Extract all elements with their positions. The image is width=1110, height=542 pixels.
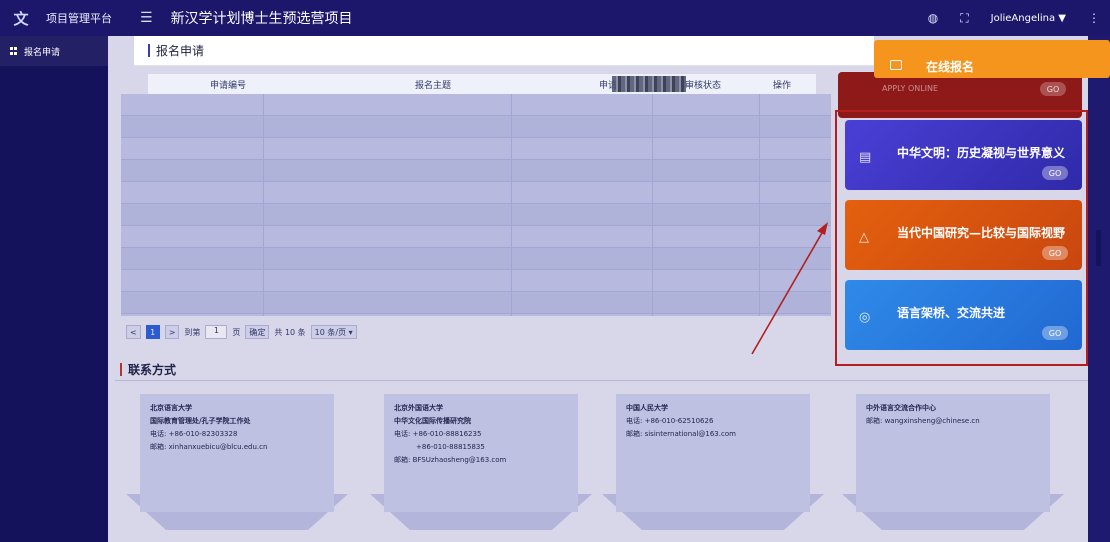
user-menu[interactable]: JolieAngelina ▼ (991, 13, 1066, 24)
scrollbar-track[interactable] (1088, 36, 1110, 542)
contact-email[interactable]: 邮箱: wangxinsheng@chinese.cn (866, 415, 1046, 428)
palette-icon[interactable]: ◍ (928, 11, 938, 25)
contact-dept: 国际教育管理处/孔子学院工作处 (150, 417, 251, 425)
card-content: 北京外国语大学 中华文化国际传播研究院 电话: +86-010-88816235… (394, 402, 574, 467)
goto-label: 到第 (184, 327, 201, 337)
page-size-select[interactable]: 10 条/页 ▾ (310, 325, 357, 339)
card-content: 中外语言交流合作中心 邮箱: wangxinsheng@chinese.cn (866, 402, 1046, 428)
table-row (121, 160, 831, 182)
contact-email[interactable]: 邮箱: BFSUzhaosheng@163.com (394, 454, 574, 467)
page-title: 报名申请 (134, 36, 874, 66)
grid-icon (10, 47, 18, 55)
scrollbar-thumb[interactable] (1096, 230, 1101, 266)
sidebar: 报名申请 (0, 36, 108, 542)
contact-card-blcu: 北京语言大学 国际教育管理处/孔子学院工作处 电话: +86-010-82303… (126, 394, 348, 536)
contact-card-ruc: 中国人民大学 电话: +86-010-62510626 邮箱: sisinter… (602, 394, 824, 536)
table-row (121, 204, 831, 226)
page-unit-label: 页 (232, 327, 241, 337)
header-actions: ◍ ⛶ JolieAngelina ▼ ⋮ (928, 0, 1100, 36)
redacted-region (612, 76, 686, 92)
application-table (121, 94, 831, 316)
contact-phone-2: +86-010-88815835 (416, 443, 485, 451)
table-row (121, 138, 831, 160)
apply-online-banner[interactable]: 在线报名 (874, 40, 1110, 78)
contact-org: 中外语言交流合作中心 (866, 404, 936, 412)
contact-org: 北京语言大学 (150, 404, 192, 412)
contact-phone: 电话: +86-010-88816235 (394, 430, 482, 438)
contact-dept: 中华文化国际传播研究院 (394, 417, 471, 425)
table-row (121, 292, 831, 314)
card-content: 中国人民大学 电话: +86-010-62510626 邮箱: sisinter… (626, 402, 806, 441)
sidebar-item-apply[interactable]: 报名申请 (0, 36, 108, 66)
goto-page-input[interactable]: 1 (205, 325, 228, 339)
contact-org: 北京外国语大学 (394, 404, 443, 412)
column-header-actions: 操作 (772, 80, 791, 91)
table-row (121, 226, 831, 248)
sidebar-item-label: 报名申请 (24, 47, 61, 58)
highlight-frame (835, 110, 1088, 366)
top-header: ⽂ 项目管理平台 ☰ 新汉学计划博士生预选营项目 ◍ ⛶ JolieAngeli… (0, 0, 1110, 36)
confirm-button[interactable]: 确定 (245, 325, 270, 339)
contact-phone: 电话: +86-010-82303328 (150, 430, 238, 438)
contact-phone: 电话: +86-010-62510626 (626, 417, 714, 425)
more-icon[interactable]: ⋮ (1088, 11, 1100, 25)
column-divider (759, 94, 760, 316)
next-page-button[interactable]: > (164, 325, 180, 339)
go-button[interactable]: GO (1040, 82, 1066, 96)
card-content: 北京语言大学 国际教育管理处/孔子学院工作处 电话: +86-010-82303… (150, 402, 330, 454)
table-row (121, 270, 831, 292)
table-header: 申请编号 报名主题 申请 审核状态 操作 (148, 74, 816, 94)
banner-title: 在线报名 (926, 60, 975, 74)
contact-title-text: 联系方式 (128, 363, 177, 377)
prev-page-button[interactable]: < (126, 325, 141, 339)
column-divider (511, 94, 512, 316)
project-title: 新汉学计划博士生预选营项目 (170, 11, 353, 27)
table-row (121, 94, 831, 116)
contact-email[interactable]: 邮箱: xinhanxuebicu@blcu.edu.cn (150, 441, 330, 454)
breadcrumb: 报名申请 (156, 44, 205, 58)
contact-section-title: 联系方式 (120, 361, 176, 378)
table-row (121, 116, 831, 138)
contact-card-clec: 中外语言交流合作中心 邮箱: wangxinsheng@chinese.cn (842, 394, 1064, 536)
pagination: < 1 > 到第 1 页 确定 共 10 条 10 条/页 ▾ (126, 324, 357, 340)
platform-logo-icon: ⽂ (13, 9, 29, 28)
form-icon (890, 60, 902, 70)
contact-org: 中国人民大学 (626, 404, 668, 412)
fullscreen-icon[interactable]: ⛶ (960, 11, 968, 26)
column-divider (263, 94, 264, 316)
column-divider (652, 94, 653, 316)
contact-card-bfsu: 北京外国语大学 中华文化国际传播研究院 电话: +86-010-88816235… (370, 394, 592, 536)
column-header-id: 申请编号 (209, 80, 246, 91)
app-name: 项目管理平台 (46, 12, 112, 25)
apply-online-subtitle: APPLY ONLINE (882, 84, 939, 93)
page-1-button[interactable]: 1 (145, 325, 160, 339)
total-count: 共 10 条 (274, 327, 306, 337)
contact-email[interactable]: 邮箱: sisinternational@163.com (626, 428, 806, 441)
hamburger-icon[interactable]: ☰ (140, 10, 153, 26)
table-row (121, 248, 831, 270)
column-header-topic: 报名主题 (414, 80, 451, 91)
table-row (121, 182, 831, 204)
divider (115, 380, 1097, 381)
